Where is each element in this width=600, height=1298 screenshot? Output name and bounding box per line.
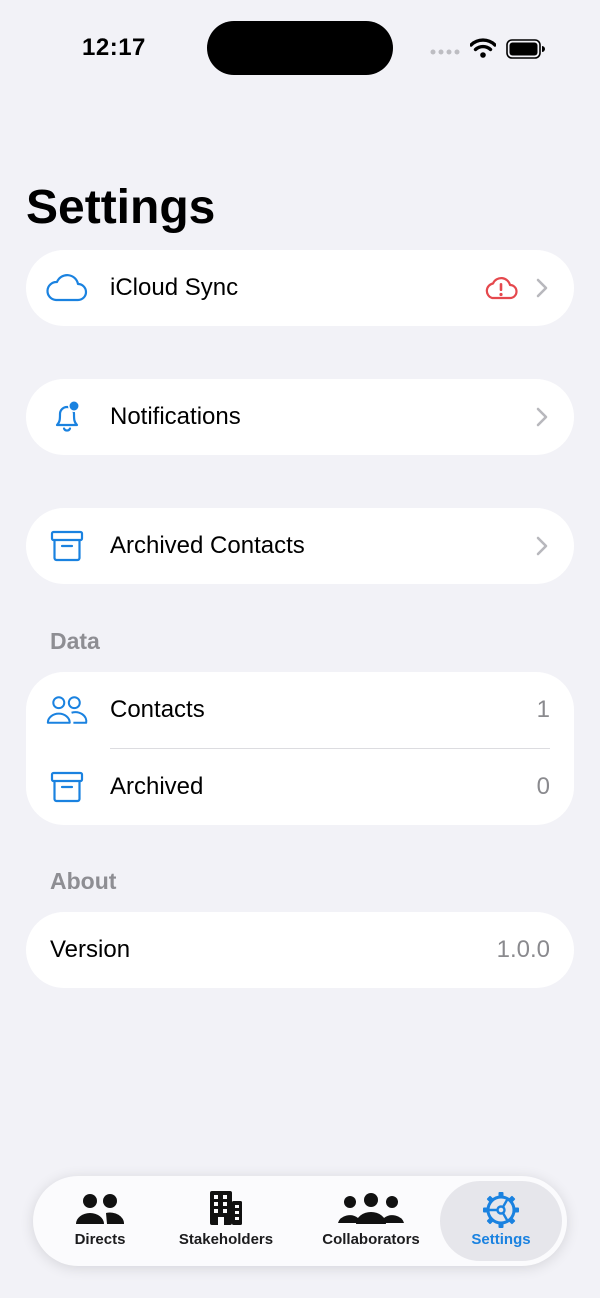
people-icon bbox=[46, 692, 88, 728]
status-time: 12:17 bbox=[82, 34, 146, 61]
contacts-count: 1 bbox=[536, 696, 550, 723]
tab-directs[interactable]: Directs bbox=[53, 1181, 147, 1261]
icloud-sync-label: iCloud Sync bbox=[110, 274, 239, 301]
cloud-error-icon bbox=[484, 276, 518, 305]
notifications-label: Notifications bbox=[110, 403, 241, 430]
archived-contacts-label: Archived Contacts bbox=[110, 532, 305, 559]
data-card: Contacts 1 Archived 0 bbox=[26, 672, 574, 825]
dynamic-island bbox=[207, 21, 393, 75]
tab-settings[interactable]: Settings bbox=[440, 1181, 562, 1261]
about-card: Version 1.0.0 bbox=[26, 912, 574, 988]
tab-label: Directs bbox=[74, 1231, 126, 1248]
battery-icon bbox=[506, 39, 545, 59]
tab-bar: Directs Stakeholders Collaborators Setti… bbox=[33, 1176, 567, 1266]
two-people-icon bbox=[53, 1193, 147, 1225]
chevron-right-icon bbox=[536, 407, 548, 427]
status-bar: 12:17 bbox=[0, 0, 600, 96]
archived-count: 0 bbox=[536, 773, 550, 800]
archivebox-icon bbox=[46, 528, 88, 564]
tab-label: Settings bbox=[471, 1231, 531, 1248]
contacts-label: Contacts bbox=[110, 696, 205, 723]
about-section-header: About bbox=[50, 868, 117, 894]
archived-contacts-card: Archived Contacts bbox=[26, 508, 574, 584]
wifi-icon bbox=[470, 38, 496, 58]
icloud-sync-card: iCloud Sync bbox=[26, 250, 574, 326]
archived-count-row: Archived 0 bbox=[26, 749, 574, 825]
cellular-signal-icon bbox=[430, 49, 460, 55]
notifications-row[interactable]: Notifications bbox=[26, 379, 574, 455]
tab-label: Stakeholders bbox=[178, 1231, 274, 1248]
chevron-right-icon bbox=[536, 278, 548, 298]
archived-contacts-row[interactable]: Archived Contacts bbox=[26, 508, 574, 584]
version-value: 1.0.0 bbox=[496, 936, 550, 963]
bell-badge-icon bbox=[46, 399, 88, 435]
version-row: Version 1.0.0 bbox=[26, 912, 574, 988]
building-icon bbox=[167, 1191, 285, 1227]
page-title: Settings bbox=[26, 181, 216, 234]
archivebox-icon bbox=[46, 769, 88, 805]
tab-collaborators[interactable]: Collaborators bbox=[311, 1181, 431, 1261]
chevron-right-icon bbox=[536, 536, 548, 556]
three-people-icon bbox=[311, 1193, 431, 1225]
icloud-sync-row[interactable]: iCloud Sync bbox=[26, 250, 574, 326]
tab-label: Collaborators bbox=[322, 1231, 420, 1248]
version-label: Version bbox=[50, 936, 131, 963]
cloud-icon bbox=[46, 270, 88, 306]
gear-icon bbox=[440, 1192, 562, 1229]
notifications-card: Notifications bbox=[26, 379, 574, 455]
contacts-count-row: Contacts 1 bbox=[26, 672, 574, 748]
tab-stakeholders[interactable]: Stakeholders bbox=[167, 1181, 285, 1261]
data-section-header: Data bbox=[50, 628, 100, 654]
archived-label: Archived bbox=[110, 773, 204, 800]
